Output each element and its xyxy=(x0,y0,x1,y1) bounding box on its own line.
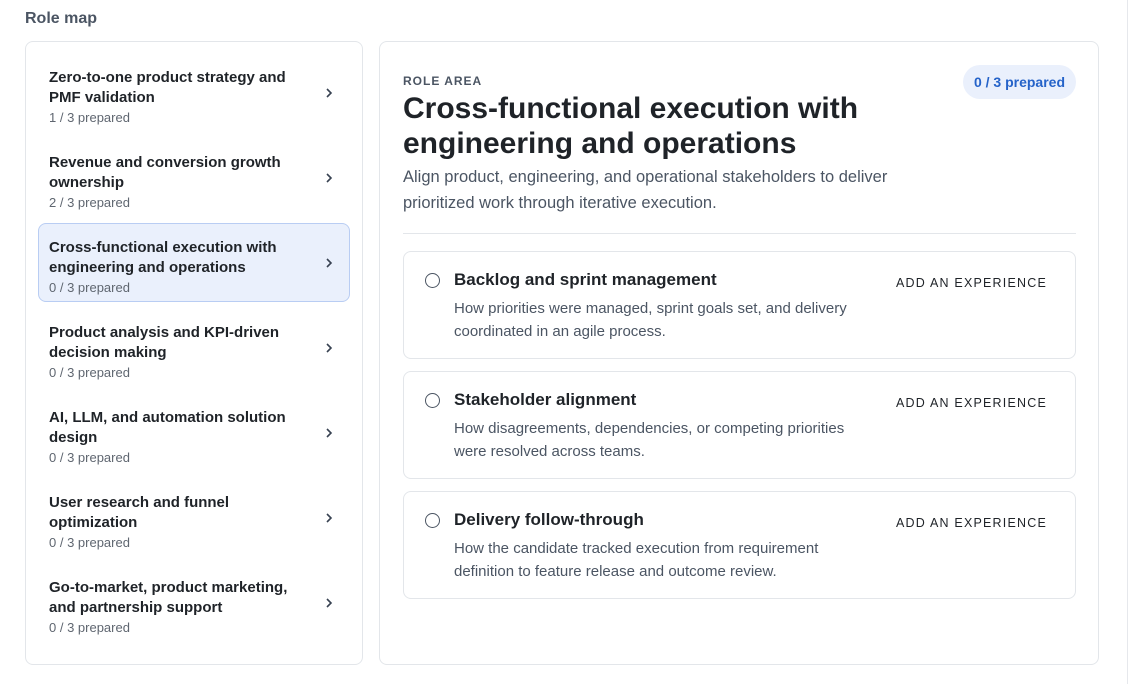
sidebar-item-count: 2 / 3 prepared xyxy=(49,195,130,210)
experience-title: Stakeholder alignment xyxy=(454,390,637,409)
chevron-right-icon xyxy=(326,512,333,523)
prepared-badge: 0 / 3 prepared xyxy=(962,65,1076,99)
radio-circle-icon[interactable] xyxy=(425,393,440,408)
sidebar-item-label: Product analysis and KPI-driven decision… xyxy=(49,324,280,361)
sidebar-item-count: 0 / 3 prepared xyxy=(49,450,130,465)
sidebar-item-label: Revenue and conversion growth ownership xyxy=(49,154,281,191)
sidebar-item-label: AI, LLM, and automation solution design xyxy=(49,409,286,446)
chevron-right-icon xyxy=(326,427,333,438)
page-title: Role map xyxy=(25,10,98,27)
sidebar-item-count: 1 / 3 prepared xyxy=(49,110,130,125)
role-area-title: Cross-functional execution with engineer… xyxy=(403,92,859,160)
add-experience-button[interactable]: ADD AN EXPERIENCE xyxy=(896,276,1047,290)
sidebar-item-label: Cross-functional execution with engineer… xyxy=(49,239,277,276)
section-divider xyxy=(403,233,1076,234)
sidebar-item-product-analysis[interactable]: Product analysis and KPI-driven decision… xyxy=(38,308,350,387)
chevron-right-icon xyxy=(326,342,333,353)
radio-circle-icon[interactable] xyxy=(425,273,440,288)
experience-title: Delivery follow-through xyxy=(454,510,644,529)
experience-description: How priorities were managed, sprint goal… xyxy=(454,300,847,340)
chevron-right-icon xyxy=(326,172,333,183)
chevron-right-icon xyxy=(326,597,333,608)
role-sidebar: Zero-to-one product strategy and PMF val… xyxy=(25,41,363,665)
sidebar-item-ai-automation[interactable]: AI, LLM, and automation solution design … xyxy=(38,393,350,472)
role-area-description: Align product, engineering, and operatio… xyxy=(403,168,888,212)
experience-card-delivery: Delivery follow-through How the candidat… xyxy=(403,491,1076,599)
experience-card-backlog: Backlog and sprint management How priori… xyxy=(403,251,1076,359)
sidebar-item-cross-functional[interactable]: Cross-functional execution with engineer… xyxy=(38,223,350,302)
sidebar-item-go-to-market[interactable]: Go-to-market, product marketing, and par… xyxy=(38,563,350,642)
sidebar-item-revenue-growth[interactable]: Revenue and conversion growth ownership … xyxy=(38,138,350,217)
sidebar-item-count: 0 / 3 prepared xyxy=(49,620,130,635)
role-area-eyebrow: ROLE AREA xyxy=(403,74,483,88)
add-experience-button[interactable]: ADD AN EXPERIENCE xyxy=(896,396,1047,410)
add-experience-button[interactable]: ADD AN EXPERIENCE xyxy=(896,516,1047,530)
experience-description: How disagreements, dependencies, or comp… xyxy=(454,420,845,460)
sidebar-item-label: Zero-to-one product strategy and PMF val… xyxy=(49,69,286,106)
sidebar-item-count: 0 / 3 prepared xyxy=(49,280,130,295)
sidebar-item-user-research[interactable]: User research and funnel optimization 0 … xyxy=(38,478,350,557)
experience-card-stakeholder: Stakeholder alignment How disagreements,… xyxy=(403,371,1076,479)
radio-circle-icon[interactable] xyxy=(425,513,440,528)
experience-title: Backlog and sprint management xyxy=(454,270,717,289)
experience-description: How the candidate tracked execution from… xyxy=(454,540,819,580)
sidebar-item-count: 0 / 3 prepared xyxy=(49,365,130,380)
sidebar-item-zero-to-one[interactable]: Zero-to-one product strategy and PMF val… xyxy=(38,53,350,132)
role-area-panel: ROLE AREA 0 / 3 prepared Cross-functiona… xyxy=(379,41,1099,665)
chevron-right-icon xyxy=(326,87,333,98)
sidebar-item-label: Go-to-market, product marketing, and par… xyxy=(49,579,288,616)
sidebar-item-label: User research and funnel optimization xyxy=(49,494,230,531)
sidebar-item-count: 0 / 3 prepared xyxy=(49,535,130,550)
chevron-right-icon xyxy=(326,257,333,268)
